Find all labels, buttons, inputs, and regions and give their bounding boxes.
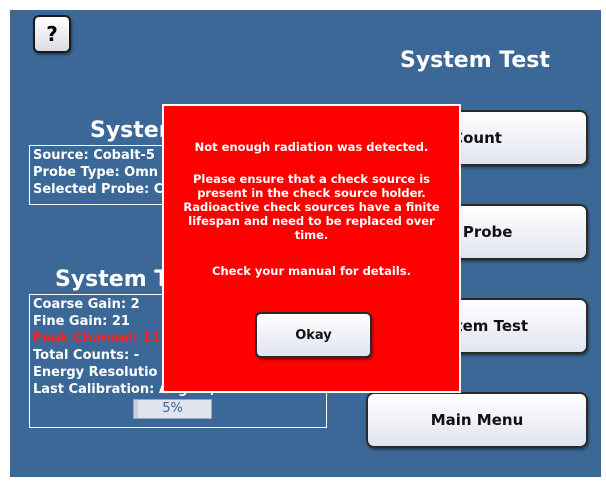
dialog-message-title: Not enough radiation was detected. bbox=[194, 140, 429, 154]
progress-label: 5% bbox=[162, 401, 183, 416]
system-test-heading: System T bbox=[55, 267, 170, 292]
page-title: System Test bbox=[400, 48, 550, 73]
dialog-message-body: Please ensure that a check source is pre… bbox=[183, 172, 440, 242]
main-menu-button[interactable]: Main Menu bbox=[366, 392, 588, 448]
dialog-message-footer: Check your manual for details. bbox=[212, 264, 411, 278]
okay-button[interactable]: Okay bbox=[255, 312, 372, 358]
warning-dialog: Not enough radiation was detected. Pleas… bbox=[162, 104, 461, 393]
progress-bar: 5% bbox=[133, 399, 212, 419]
help-button[interactable]: ? bbox=[33, 15, 71, 53]
